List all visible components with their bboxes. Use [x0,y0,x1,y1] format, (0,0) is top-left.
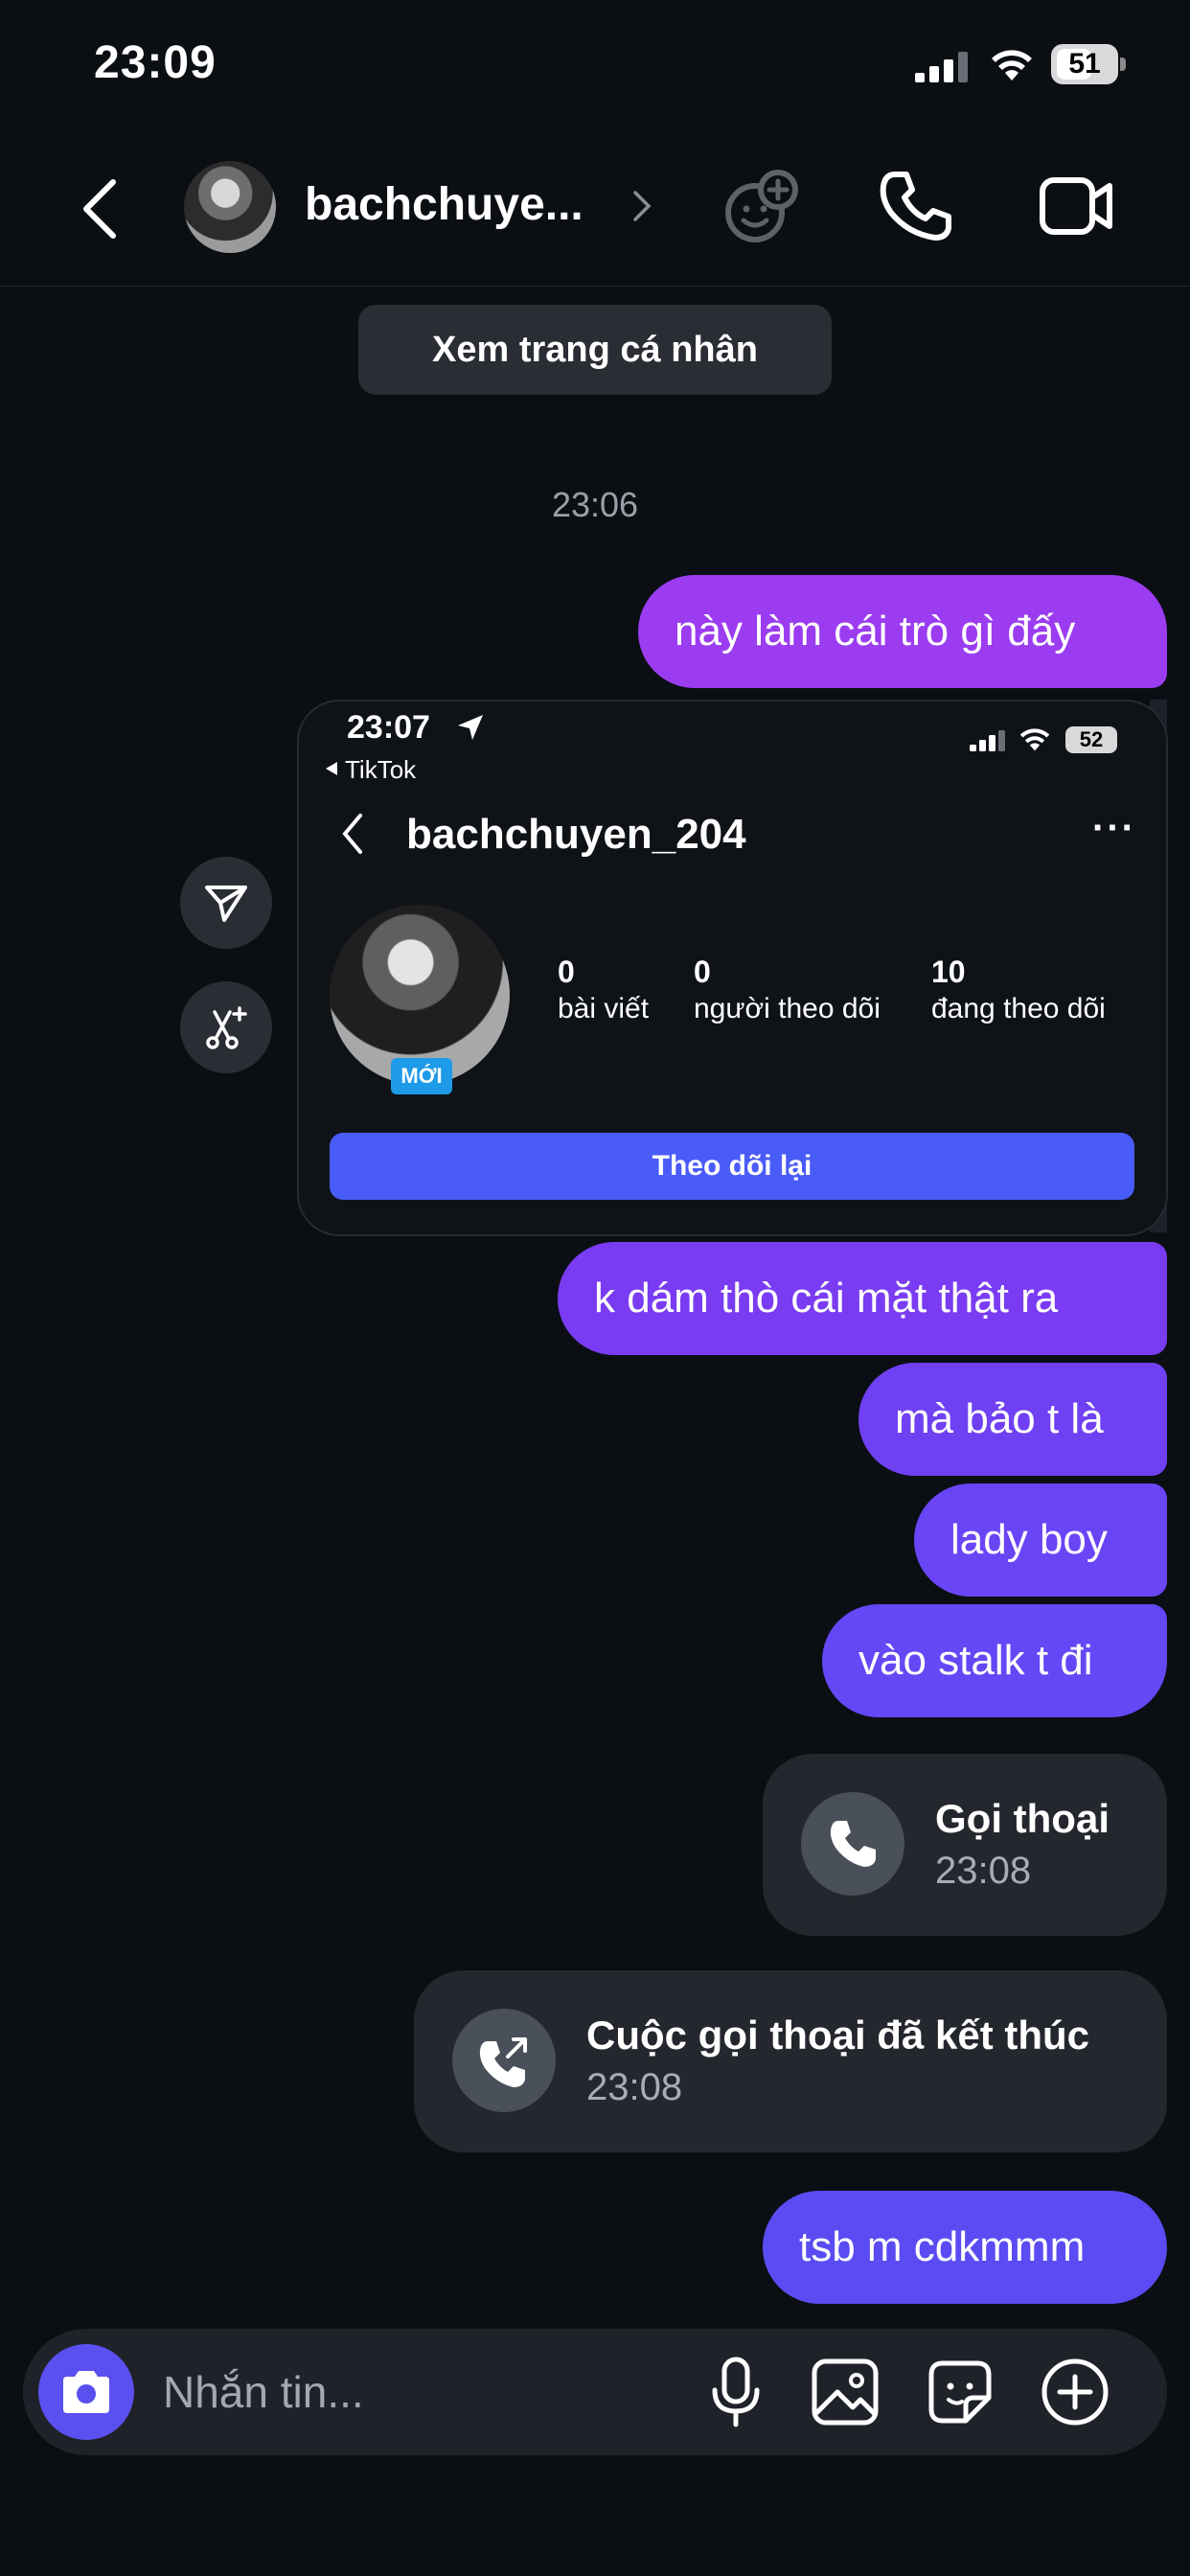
phone-call-icon[interactable] [874,165,956,247]
phone-icon [801,1792,904,1896]
battery-icon: 51 [1051,44,1128,84]
message-bubble[interactable]: k dám thò cái mặt thật ra [558,1242,1167,1355]
send-icon [205,886,247,922]
sticker-icon[interactable] [918,2350,1002,2434]
shot-username: bachchuyen_204 [406,811,746,858]
call-title: Cuộc gọi thoại đã kết thúc [586,2012,1090,2058]
call-ended-card[interactable]: Cuộc gọi thoại đã kết thúc 23:08 [414,1970,1167,2152]
shot-back-icon [342,814,362,854]
camera-button[interactable] [38,2344,134,2440]
stat-value: 0 [558,954,575,989]
video-call-icon[interactable] [1035,165,1117,247]
message-bubble[interactable]: này làm cái trò gì đấy [638,575,1167,688]
call-card[interactable]: Gọi thoại 23:08 [763,1754,1167,1936]
contact-name[interactable]: bachchuye... [305,178,584,231]
message-bubble[interactable]: mà bảo t là [858,1363,1167,1476]
call-time: 23:08 [935,1850,1032,1892]
call-title: Gọi thoại [935,1796,1110,1841]
share-button[interactable] [180,857,272,949]
gallery-icon[interactable] [803,2350,887,2434]
message-bubble[interactable]: tsb m cdkmmm [763,2191,1167,2304]
call-ended-icon [452,2009,556,2112]
scissors-sparkle-icon [206,1006,247,1049]
shared-screenshot[interactable]: 23:07 TikTok 52 bachchuyen_204 ··· MỚI 0… [297,700,1168,1236]
message-bubble[interactable]: lady boy [914,1484,1167,1597]
add-icon[interactable] [1033,2350,1117,2434]
more-options-icon: ··· [1092,807,1136,849]
status-time: 23:09 [94,37,217,88]
view-profile-button[interactable]: Xem trang cá nhân [358,305,832,395]
header-divider [0,286,1190,287]
battery-level: 51 [1068,48,1101,80]
shot-battery: 52 [1065,726,1117,753]
games-icon[interactable] [721,165,803,247]
message-timestamp: 23:06 [551,485,639,524]
contact-avatar[interactable] [184,161,276,253]
call-time: 23:08 [586,2066,683,2108]
follow-back-button: Theo dõi lại [330,1133,1134,1200]
new-badge: MỚI [391,1058,452,1094]
wifi-icon [992,50,1032,80]
message-input[interactable] [161,2358,663,2426]
shot-wifi-icon [1019,728,1050,751]
shot-back-app: TikTok [345,755,417,784]
remix-button[interactable] [180,981,272,1073]
location-arrow-icon [458,715,483,740]
cellular-signal-icon [915,52,968,82]
message-bubble[interactable]: vào stalk t đi [822,1604,1167,1717]
back-icon[interactable] [80,178,119,240]
stat-label: đang theo dõi [931,993,1106,1024]
microphone-icon[interactable] [694,2350,778,2434]
stat-label: người theo dõi [694,993,881,1024]
stat-label: bài viết [558,993,650,1024]
shot-status-time: 23:07 [347,709,430,746]
chevron-right-icon[interactable] [632,190,652,222]
stat-value: 10 [931,954,966,989]
stat-value: 0 [694,954,711,989]
shot-signal-icon [970,730,1005,751]
camera-icon [63,2371,109,2413]
back-triangle-icon [326,762,337,775]
